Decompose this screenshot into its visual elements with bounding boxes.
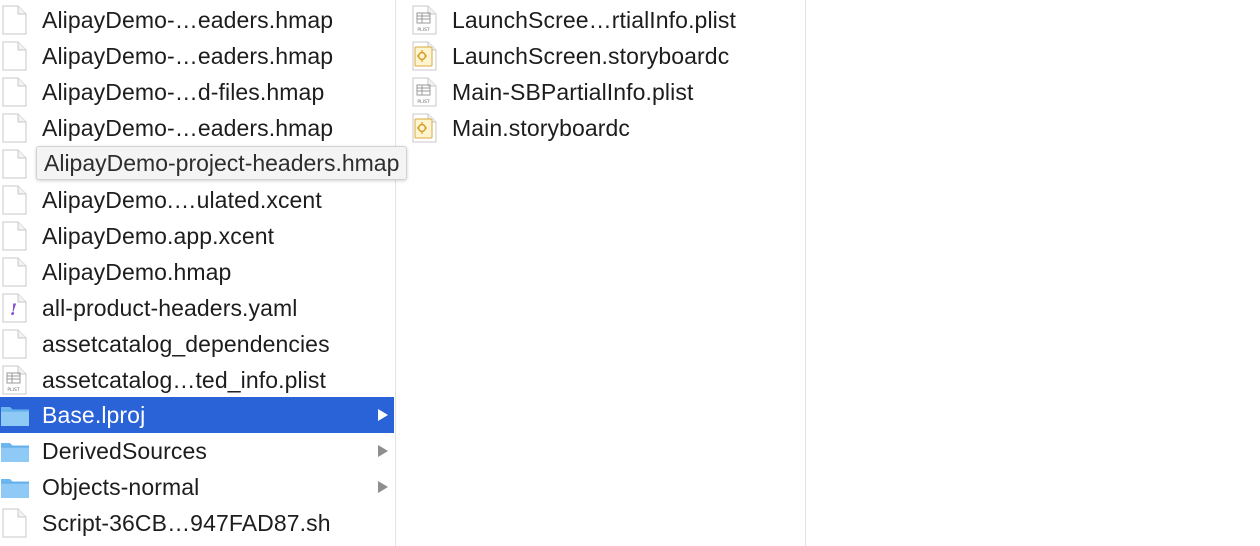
file-name-label: Base.lproj xyxy=(42,402,146,428)
file-name-label: AlipayDemo.app.xcent xyxy=(42,223,275,249)
yaml-icon: ! xyxy=(0,293,30,323)
file-list-column-2[interactable]: PLIST LaunchScree…rtialInfo.plist Launch… xyxy=(396,0,804,546)
file-item-assetcatalog-dependencies[interactable]: assetcatalog_dependencies xyxy=(0,326,394,362)
file-item-script-36cb-947fad87-sh[interactable]: Script-36CB…947FAD87.sh xyxy=(0,505,394,541)
file-name-label: AlipayDemo-…eaders.hmap xyxy=(42,115,334,141)
file-name-label: AlipayDemo-…d-files.hmap xyxy=(42,79,325,105)
plist-icon: PLIST xyxy=(410,77,440,107)
chevron-right-icon xyxy=(378,481,388,493)
svg-text:PLIST: PLIST xyxy=(7,387,19,393)
file-item-main-storyboardc[interactable]: Main.storyboardc xyxy=(396,110,804,146)
file-name-label: Main.storyboardc xyxy=(452,115,631,141)
file-name-label: Script-36CB…947FAD87.sh xyxy=(42,510,331,536)
file-name-label: LaunchScree…rtialInfo.plist xyxy=(452,7,736,33)
folder-icon xyxy=(0,400,30,430)
plist-icon: PLIST xyxy=(0,365,30,395)
file-item-launchscree-rtialinfo-plist[interactable]: PLIST LaunchScree…rtialInfo.plist xyxy=(396,2,804,38)
file-name-label: AlipayDemo.…ulated.xcent xyxy=(42,187,322,213)
file-list-column-3[interactable] xyxy=(806,0,1260,546)
file-name-label: Main-SBPartialInfo.plist xyxy=(452,79,694,105)
chevron-right-icon xyxy=(378,445,388,457)
document-icon xyxy=(0,508,30,538)
svg-text:PLIST: PLIST xyxy=(417,99,429,105)
file-item-launchscreen-storyboardc[interactable]: LaunchScreen.storyboardc xyxy=(396,38,804,74)
document-icon xyxy=(0,113,30,143)
storyboard-icon xyxy=(410,113,440,143)
folder-item-objects-normal[interactable]: Objects-normal xyxy=(0,469,394,505)
svg-text:PLIST: PLIST xyxy=(417,27,429,33)
file-item-alipaydemo-eaders-hmap[interactable]: AlipayDemo-…eaders.hmap xyxy=(0,38,394,74)
document-icon xyxy=(0,77,30,107)
file-name-label: all-product-headers.yaml xyxy=(42,295,298,321)
file-name-label: AlipayDemo-…eaders.hmap xyxy=(42,7,334,33)
filename-tooltip: AlipayDemo-project-headers.hmap xyxy=(36,146,408,180)
document-icon xyxy=(0,41,30,71)
file-name-label: LaunchScreen.storyboardc xyxy=(452,43,730,69)
file-item-alipaydemo-d-files-hmap[interactable]: AlipayDemo-…d-files.hmap xyxy=(0,74,394,110)
document-icon xyxy=(0,149,30,179)
folder-icon xyxy=(0,472,30,502)
document-icon xyxy=(0,5,30,35)
file-item-alipaydemo-eaders-hmap[interactable]: AlipayDemo-…eaders.hmap xyxy=(0,2,394,38)
plist-icon: PLIST xyxy=(410,5,440,35)
folder-item-base-lproj[interactable]: Base.lproj xyxy=(0,397,394,433)
folder-item-derivedsources[interactable]: DerivedSources xyxy=(0,433,394,469)
chevron-right-icon xyxy=(378,409,388,421)
file-item-alipaydemo-eaders-hmap[interactable]: AlipayDemo-…eaders.hmap xyxy=(0,110,394,146)
file-name-label: DerivedSources xyxy=(42,438,208,464)
file-item-all-product-headers-yaml[interactable]: ! all-product-headers.yaml xyxy=(0,290,394,326)
file-item-alipaydemo-ulated-xcent[interactable]: AlipayDemo.…ulated.xcent xyxy=(0,182,394,218)
folder-icon xyxy=(0,436,30,466)
file-name-label: Objects-normal xyxy=(42,474,200,500)
file-item-assetcatalog-ted-info-plist[interactable]: PLIST assetcatalog…ted_info.plist xyxy=(0,362,394,398)
document-icon xyxy=(0,329,30,359)
file-item-alipaydemo-hmap[interactable]: AlipayDemo.hmap xyxy=(0,254,394,290)
file-list-column-1[interactable]: AlipayDemo-…eaders.hmap AlipayDemo-…eade… xyxy=(0,0,394,546)
document-icon xyxy=(0,257,30,287)
file-name-label: assetcatalog…ted_info.plist xyxy=(42,367,326,393)
svg-text:!: ! xyxy=(10,300,17,319)
file-name-label: assetcatalog_dependencies xyxy=(42,331,330,357)
file-name-label: AlipayDemo-…eaders.hmap xyxy=(42,43,334,69)
document-icon xyxy=(0,185,30,215)
document-icon xyxy=(0,221,30,251)
storyboard-icon xyxy=(410,41,440,71)
file-item-alipaydemo-app-xcent[interactable]: AlipayDemo.app.xcent xyxy=(0,218,394,254)
file-item-main-sbpartialinfo-plist[interactable]: PLIST Main-SBPartialInfo.plist xyxy=(396,74,804,110)
file-name-label: AlipayDemo.hmap xyxy=(42,259,232,285)
